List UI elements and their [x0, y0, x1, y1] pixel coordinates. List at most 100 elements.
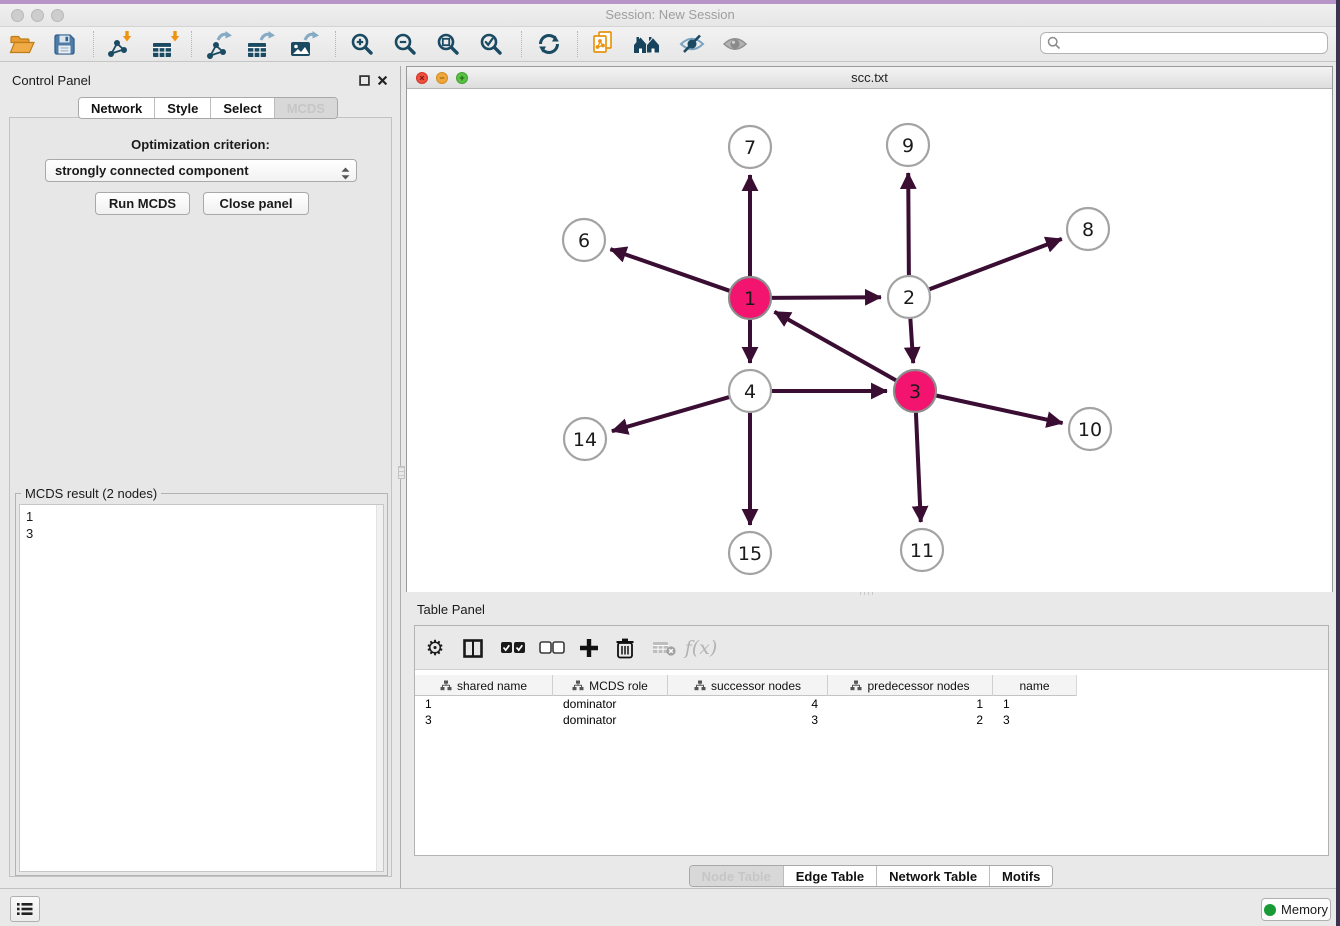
- delete-table-icon[interactable]: [647, 631, 681, 665]
- graph-node-label-15: 15: [738, 543, 762, 565]
- graph-node-label-10: 10: [1078, 419, 1102, 441]
- close-panel-button[interactable]: Close panel: [203, 192, 309, 215]
- tab-edge-table[interactable]: Edge Table: [783, 866, 876, 886]
- delete-column-trash-icon[interactable]: [608, 631, 642, 665]
- column-header-label: shared name: [457, 679, 527, 693]
- zoom-in-icon[interactable]: [345, 28, 379, 60]
- export-network-icon[interactable]: [201, 28, 235, 60]
- network-view-window: × − + scc.txt 1234678910111415: [406, 66, 1333, 592]
- toolbar-separator: [191, 31, 192, 57]
- import-network-ndex-icon[interactable]: [587, 28, 621, 60]
- column-header-label: name: [1019, 679, 1049, 693]
- tab-motifs[interactable]: Motifs: [989, 866, 1052, 886]
- table-row[interactable]: 3dominator323: [415, 712, 1077, 728]
- import-table-icon[interactable]: [149, 28, 183, 60]
- graph-node-label-14: 14: [573, 429, 597, 451]
- export-table-icon[interactable]: [244, 28, 278, 60]
- deselect-all-icon[interactable]: [535, 631, 569, 665]
- memory-button[interactable]: Memory: [1261, 898, 1331, 921]
- minimize-view-icon[interactable]: −: [436, 72, 448, 84]
- show-all-eye-icon[interactable]: [718, 28, 752, 60]
- cell-mcds-role: dominator: [553, 696, 668, 712]
- graph-edge-3-11[interactable]: [916, 410, 921, 522]
- mcds-result-area[interactable]: 1 3: [19, 504, 384, 872]
- task-history-button[interactable]: [10, 896, 40, 922]
- apply-layout-icon[interactable]: [532, 28, 566, 60]
- table-row[interactable]: 1dominator411: [415, 696, 1077, 712]
- maximize-view-icon[interactable]: +: [456, 72, 468, 84]
- tree-icon: [440, 680, 452, 691]
- table-tabs-wrap: Node TableEdge TableNetwork TableMotifs: [406, 865, 1336, 887]
- toolbar-separator: [93, 31, 94, 57]
- graph-node-label-2: 2: [903, 287, 915, 309]
- cell-name: 1: [993, 696, 1077, 712]
- main-toolbar: [0, 27, 1340, 62]
- mcds-result-text: 1 3: [20, 505, 383, 545]
- tab-mcds[interactable]: MCDS: [274, 98, 337, 118]
- vertical-splitter-grip[interactable]: [398, 466, 405, 479]
- tab-network-table[interactable]: Network Table: [876, 866, 989, 886]
- table-tabs: Node TableEdge TableNetwork TableMotifs: [689, 865, 1054, 887]
- graph-node-label-4: 4: [744, 381, 756, 403]
- control-panel: Control Panel NetworkStyleSelectMCDS Opt…: [0, 66, 401, 888]
- float-panel-icon[interactable]: [359, 74, 371, 86]
- column-header-predecessor-nodes[interactable]: predecessor nodes: [828, 675, 993, 696]
- add-column-icon[interactable]: [572, 631, 606, 665]
- zoom-fit-icon[interactable]: [431, 28, 465, 60]
- run-mcds-button[interactable]: Run MCDS: [95, 192, 190, 215]
- close-view-icon[interactable]: ×: [416, 72, 428, 84]
- graph-edge-2-8[interactable]: [927, 239, 1062, 290]
- result-scrollbar[interactable]: [376, 505, 383, 871]
- column-header-name[interactable]: name: [993, 675, 1077, 696]
- cell-shared-name: 3: [415, 712, 553, 728]
- criterion-select[interactable]: strongly connected component: [45, 159, 357, 182]
- tab-style[interactable]: Style: [154, 98, 210, 118]
- save-session-icon[interactable]: [47, 28, 81, 60]
- node-table-container: ⚙: [414, 625, 1329, 856]
- graph-edge-3-10[interactable]: [934, 395, 1063, 423]
- close-window-icon[interactable]: [11, 9, 24, 22]
- home-icon[interactable]: [630, 28, 664, 60]
- search-icon: [1047, 36, 1061, 50]
- desktop-background-top: [0, 0, 1340, 4]
- column-header-shared-name[interactable]: shared name: [415, 675, 553, 696]
- zoom-out-icon[interactable]: [388, 28, 422, 60]
- graph-edge-3-1[interactable]: [774, 312, 898, 382]
- hide-selected-eye-icon[interactable]: [675, 28, 709, 60]
- minimize-window-icon[interactable]: [31, 9, 44, 22]
- maximize-window-icon[interactable]: [51, 9, 64, 22]
- window-title: Session: New Session: [0, 4, 1340, 26]
- cell-shared-name: 1: [415, 696, 553, 712]
- table-settings-gear-icon[interactable]: ⚙: [418, 631, 452, 665]
- mcds-result-group: MCDS result (2 nodes) 1 3: [15, 493, 388, 876]
- graph-edge-1-2[interactable]: [769, 297, 881, 298]
- tab-select[interactable]: Select: [210, 98, 273, 118]
- tab-node-table[interactable]: Node Table: [690, 866, 783, 886]
- close-panel-icon[interactable]: [377, 74, 389, 86]
- column-header-successor-nodes[interactable]: successor nodes: [668, 675, 828, 696]
- graph-node-label-11: 11: [910, 540, 934, 562]
- open-session-icon[interactable]: [5, 28, 39, 60]
- column-header-mcds-role[interactable]: MCDS role: [553, 675, 668, 696]
- zoom-selected-icon[interactable]: [474, 28, 508, 60]
- show-columns-icon[interactable]: [456, 631, 490, 665]
- select-all-icon[interactable]: [496, 631, 530, 665]
- import-network-icon[interactable]: [102, 28, 136, 60]
- graph-node-label-1: 1: [744, 288, 756, 310]
- graph-edge-2-3[interactable]: [910, 316, 913, 363]
- tab-network[interactable]: Network: [79, 98, 154, 118]
- graph-edge-2-9[interactable]: [908, 173, 909, 278]
- criterion-value: strongly connected component: [55, 163, 249, 178]
- network-window-titlebar[interactable]: × − + scc.txt: [407, 67, 1332, 89]
- graph-edge-4-14[interactable]: [612, 396, 732, 431]
- cell-predecessor-nodes: 2: [828, 712, 993, 728]
- table-panel: Table Panel ⚙: [406, 595, 1336, 888]
- search-input[interactable]: [1040, 32, 1328, 54]
- network-canvas[interactable]: 1234678910111415: [407, 89, 1332, 592]
- export-image-icon[interactable]: [288, 28, 322, 60]
- column-header-label: predecessor nodes: [867, 679, 969, 693]
- graph-edge-1-6[interactable]: [610, 249, 732, 292]
- function-builder-icon[interactable]: f(x): [684, 631, 718, 665]
- desktop-background-right: [1336, 0, 1340, 926]
- tree-icon: [694, 680, 706, 691]
